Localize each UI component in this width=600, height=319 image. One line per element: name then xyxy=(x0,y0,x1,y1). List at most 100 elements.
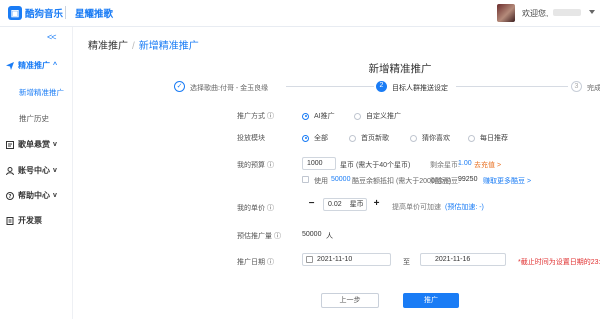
sidebar-item-help-center[interactable]: ? 帮助中心 v xyxy=(6,190,57,201)
estimate-value: 50000 xyxy=(302,231,322,238)
unit-price-input[interactable]: 0.02 星币 xyxy=(323,198,367,211)
help-icon: ? xyxy=(6,191,14,200)
unit-price-unit: 星币 xyxy=(349,201,364,208)
svg-text:?: ? xyxy=(9,194,12,200)
unit-price-value: 0.02 xyxy=(328,201,342,208)
deadline-note: *截止时间为设置日期的23:59: xyxy=(518,259,600,266)
earn-beans-link[interactable]: 赚取更多酷豆 > xyxy=(483,176,531,186)
sidebar-item-account-center[interactable]: 账号中心 v xyxy=(6,165,57,176)
product-name: 星耀推歌 xyxy=(75,9,114,20)
progress-steps: ✓ 选择歌曲:付哥 - 金玉良缘 2 目标人群推送设定 3 完成 xyxy=(174,79,600,95)
username-redacted xyxy=(553,9,581,16)
sidebar-item-label: 精准推广 xyxy=(18,61,50,70)
radio-ai-promo[interactable]: AI推广 xyxy=(302,111,335,121)
sidebar-item-invoice[interactable]: 开发票 xyxy=(6,215,42,226)
step-connector xyxy=(286,86,374,87)
sidebar-subitem-new-promo[interactable]: 新增精准推广 xyxy=(19,87,64,98)
start-date-value: 2021-11-10 xyxy=(317,256,353,263)
remain-coins-value: 1.00 xyxy=(458,160,472,167)
speedup-estimate-link[interactable]: (预估加速: -) xyxy=(445,202,484,212)
sidebar-item-label: 账号中心 xyxy=(18,166,50,175)
speedup-hint: 提高单价可加速 xyxy=(392,204,441,211)
chevron-down-icon: v xyxy=(53,141,57,148)
chevron-down-icon: v xyxy=(53,167,57,174)
radio-dot xyxy=(302,134,309,142)
radio-placement-all[interactable]: 全部 xyxy=(302,133,328,143)
calendar-icon xyxy=(306,256,313,263)
welcome-text: 欢迎您, xyxy=(522,9,549,18)
remain-coins-label: 剩余星币: xyxy=(430,162,460,169)
send-icon xyxy=(6,61,14,70)
kugou-logo[interactable]: ▣ 酷狗音乐 xyxy=(8,6,63,20)
radio-placement-guess-like[interactable]: 猜你喜欢 xyxy=(410,133,450,143)
radio-label: 自定义推广 xyxy=(366,113,401,120)
use-beans-checkbox[interactable] xyxy=(302,176,309,183)
step-done-icon: ✓ xyxy=(174,81,185,92)
step-connector xyxy=(456,86,568,87)
use-beans-text: 使用 xyxy=(314,178,328,185)
radio-custom-promo[interactable]: 自定义推广 xyxy=(354,111,401,121)
brand-name: 酷狗音乐 xyxy=(25,9,64,20)
sidebar-item-precision-promo[interactable]: 精准推广 ^ xyxy=(6,60,57,71)
radio-dot xyxy=(349,134,356,142)
budget-unit-hint: 星币 (需大于40个星币) xyxy=(340,162,411,169)
start-date-input[interactable]: 2021-11-10 xyxy=(302,253,391,266)
chevron-up-icon: ^ xyxy=(53,62,58,69)
estimate-label: 预估推广量 ⓘ xyxy=(237,233,281,240)
step-number-3: 3 xyxy=(571,81,582,92)
header-divider xyxy=(65,6,66,19)
breadcrumb-separator: / xyxy=(132,41,135,52)
page-title: 新增精准推广 xyxy=(368,63,432,75)
promote-button[interactable]: 推广 xyxy=(403,293,459,308)
increase-price-button[interactable]: + xyxy=(371,199,382,210)
step-label-3: 完成 xyxy=(587,85,600,92)
step-number-2: 2 xyxy=(376,81,387,92)
previous-step-button[interactable]: 上一步 xyxy=(321,293,379,308)
breadcrumb: 精准推广 / 新增精准推广 xyxy=(88,37,199,52)
end-date-value: 2021-11-16 xyxy=(435,256,471,263)
radio-label: 全部 xyxy=(314,135,328,142)
placement-label: 投放模块 xyxy=(237,135,265,142)
sidebar-subitem-promo-history[interactable]: 推广历史 xyxy=(19,113,49,124)
logo-icon: ▣ xyxy=(8,6,22,20)
sidebar-item-playlist-bounty[interactable]: 歌单悬赏 v xyxy=(6,139,57,150)
estimate-unit: 人 xyxy=(326,233,333,240)
remain-beans-label: 剩余酷豆: xyxy=(430,178,460,185)
playlist-icon xyxy=(6,140,14,149)
decrease-price-button[interactable]: − xyxy=(306,199,317,210)
radio-label: AI推广 xyxy=(314,113,335,120)
date-range-separator: 至 xyxy=(403,259,410,266)
chevron-down-icon[interactable] xyxy=(589,10,595,14)
invoice-icon xyxy=(6,216,14,225)
date-range-label: 推广日期 ⓘ xyxy=(237,259,274,266)
radio-label: 首页新歌 xyxy=(361,135,389,142)
collapse-sidebar-button[interactable]: << xyxy=(47,32,56,42)
radio-label: 猜你喜欢 xyxy=(422,135,450,142)
step-label-1: 选择歌曲:付哥 - 金玉良缘 xyxy=(190,85,269,92)
radio-dot xyxy=(410,134,417,142)
sidebar-item-label: 帮助中心 xyxy=(18,191,50,200)
sidebar-item-label: 歌单悬赏 xyxy=(18,140,50,149)
avatar[interactable] xyxy=(497,4,515,22)
sidebar: << 精准推广 ^ 新增精准推广 推广历史 歌单悬赏 v 账号中心 v ? 帮助… xyxy=(0,27,73,319)
step-label-2: 目标人群推送设定 xyxy=(392,85,448,92)
remain-beans-value: 99250 xyxy=(458,176,478,183)
budget-input[interactable]: 1000 xyxy=(302,157,336,170)
radio-dot xyxy=(302,112,309,120)
breadcrumb-current: 新增精准推广 xyxy=(138,41,199,52)
use-beans-amount: 50000 xyxy=(331,176,351,183)
promo-mode-label: 推广方式 ⓘ xyxy=(237,113,274,120)
user-icon xyxy=(6,166,14,175)
recharge-link[interactable]: 去充值 > xyxy=(474,160,501,170)
budget-label: 我的预算 ⓘ xyxy=(237,162,274,169)
top-bar: ▣ 酷狗音乐 星耀推歌 欢迎您, xyxy=(0,0,600,27)
radio-label: 每日推荐 xyxy=(480,135,508,142)
breadcrumb-root[interactable]: 精准推广 xyxy=(88,41,128,52)
radio-placement-home-new[interactable]: 首页新歌 xyxy=(349,133,389,143)
chevron-down-icon: v xyxy=(53,192,57,199)
sidebar-item-label: 开发票 xyxy=(18,216,42,225)
end-date-input[interactable]: 2021-11-16 xyxy=(420,253,506,266)
unit-price-label: 我的单价 ⓘ xyxy=(237,205,274,212)
radio-placement-daily[interactable]: 每日推荐 xyxy=(468,133,508,143)
radio-dot xyxy=(468,134,475,142)
